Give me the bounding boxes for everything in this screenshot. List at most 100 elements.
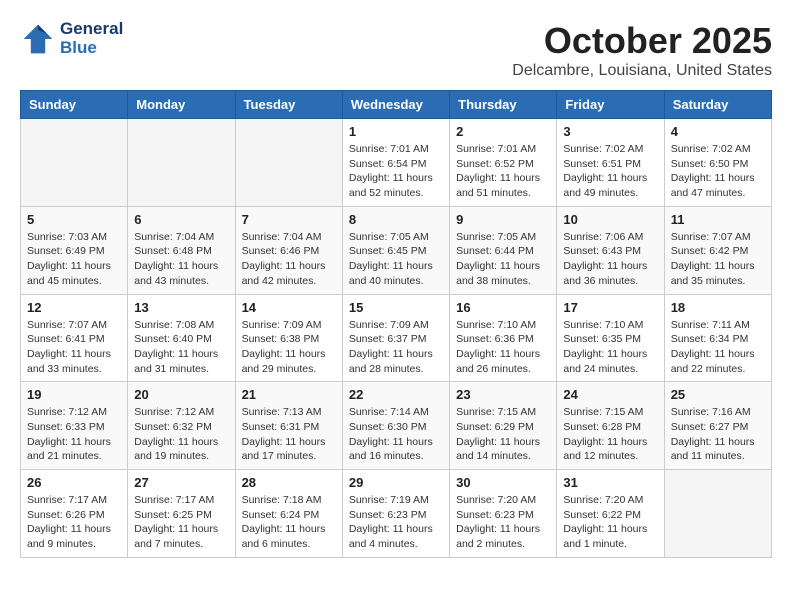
calendar-cell: 25Sunrise: 7:16 AM Sunset: 6:27 PM Dayli… (664, 382, 771, 470)
day-number: 7 (242, 212, 336, 227)
header-monday: Monday (128, 91, 235, 119)
day-info: Sunrise: 7:05 AM Sunset: 6:44 PM Dayligh… (456, 230, 550, 289)
day-number: 15 (349, 300, 443, 315)
day-info: Sunrise: 7:10 AM Sunset: 6:36 PM Dayligh… (456, 318, 550, 377)
calendar-cell (664, 470, 771, 558)
day-number: 16 (456, 300, 550, 315)
day-number: 12 (27, 300, 121, 315)
day-info: Sunrise: 7:05 AM Sunset: 6:45 PM Dayligh… (349, 230, 443, 289)
calendar-cell: 22Sunrise: 7:14 AM Sunset: 6:30 PM Dayli… (342, 382, 449, 470)
calendar-cell: 3 Sunrise: 7:02 AM Sunset: 6:51 PM Daylig… (557, 119, 664, 207)
day-info: Sunrise: 7:15 AM Sunset: 6:28 PM Dayligh… (563, 405, 657, 464)
calendar-cell: 2 Sunrise: 7:01 AM Sunset: 6:52 PM Daylig… (450, 119, 557, 207)
day-number: 3 (563, 124, 657, 139)
calendar-cell: 17 Sunrise: 7:10 AM Sunset: 6:35 PM Dayli… (557, 294, 664, 382)
day-number: 26 (27, 475, 121, 490)
calendar-cell (128, 119, 235, 207)
header-saturday: Saturday (664, 91, 771, 119)
calendar-cell: 18 Sunrise: 7:11 AM Sunset: 6:34 PM Dayli… (664, 294, 771, 382)
calendar-week-row: 26Sunrise: 7:17 AM Sunset: 6:26 PM Dayli… (21, 470, 772, 558)
calendar-cell: 20 Sunrise: 7:12 AM Sunset: 6:32 PM Dayli… (128, 382, 235, 470)
day-number: 19 (27, 387, 121, 402)
day-number: 27 (134, 475, 228, 490)
day-number: 2 (456, 124, 550, 139)
calendar-cell: 31 Sunrise: 7:20 AM Sunset: 6:22 PM Dayli… (557, 470, 664, 558)
day-info: Sunrise: 7:02 AM Sunset: 6:51 PM Dayligh… (563, 142, 657, 201)
day-info: Sunrise: 7:07 AM Sunset: 6:42 PM Dayligh… (671, 230, 765, 289)
day-info: Sunrise: 7:20 AM Sunset: 6:22 PM Dayligh… (563, 493, 657, 552)
calendar-cell: 19 Sunrise: 7:12 AM Sunset: 6:33 PM Dayli… (21, 382, 128, 470)
day-number: 28 (242, 475, 336, 490)
calendar-cell: 11 Sunrise: 7:07 AM Sunset: 6:42 PM Dayli… (664, 206, 771, 294)
day-info: Sunrise: 7:01 AM Sunset: 6:54 PM Dayligh… (349, 142, 443, 201)
day-number: 5 (27, 212, 121, 227)
day-number: 23 (456, 387, 550, 402)
calendar-week-row: 5 Sunrise: 7:03 AM Sunset: 6:49 PM Daylig… (21, 206, 772, 294)
logo-blue-text: Blue (60, 39, 123, 58)
day-info: Sunrise: 7:17 AM Sunset: 6:25 PM Dayligh… (134, 493, 228, 552)
day-info: Sunrise: 7:02 AM Sunset: 6:50 PM Dayligh… (671, 142, 765, 201)
calendar-cell: 24 Sunrise: 7:15 AM Sunset: 6:28 PM Dayli… (557, 382, 664, 470)
day-number: 14 (242, 300, 336, 315)
day-info: Sunrise: 7:16 AM Sunset: 6:27 PM Dayligh… (671, 405, 765, 464)
calendar-table: Sunday Monday Tuesday Wednesday Thursday… (20, 90, 772, 558)
logo: General Blue (20, 20, 123, 57)
calendar-cell: 1Sunrise: 7:01 AM Sunset: 6:54 PM Daylig… (342, 119, 449, 207)
day-info: Sunrise: 7:12 AM Sunset: 6:32 PM Dayligh… (134, 405, 228, 464)
day-number: 10 (563, 212, 657, 227)
day-info: Sunrise: 7:14 AM Sunset: 6:30 PM Dayligh… (349, 405, 443, 464)
calendar-cell: 16 Sunrise: 7:10 AM Sunset: 6:36 PM Dayli… (450, 294, 557, 382)
day-info: Sunrise: 7:04 AM Sunset: 6:46 PM Dayligh… (242, 230, 336, 289)
logo-icon (20, 21, 56, 57)
day-number: 6 (134, 212, 228, 227)
logo-general-text: General (60, 20, 123, 39)
day-info: Sunrise: 7:12 AM Sunset: 6:33 PM Dayligh… (27, 405, 121, 464)
calendar-cell: 29Sunrise: 7:19 AM Sunset: 6:23 PM Dayli… (342, 470, 449, 558)
calendar-week-row: 19 Sunrise: 7:12 AM Sunset: 6:33 PM Dayli… (21, 382, 772, 470)
day-info: Sunrise: 7:03 AM Sunset: 6:49 PM Dayligh… (27, 230, 121, 289)
day-info: Sunrise: 7:11 AM Sunset: 6:34 PM Dayligh… (671, 318, 765, 377)
calendar-cell (235, 119, 342, 207)
day-number: 4 (671, 124, 765, 139)
day-number: 31 (563, 475, 657, 490)
day-number: 30 (456, 475, 550, 490)
calendar-cell: 10 Sunrise: 7:06 AM Sunset: 6:43 PM Dayli… (557, 206, 664, 294)
logo-text: General Blue (60, 20, 123, 57)
calendar-header-row: Sunday Monday Tuesday Wednesday Thursday… (21, 91, 772, 119)
calendar-cell: 8 Sunrise: 7:05 AM Sunset: 6:45 PM Daylig… (342, 206, 449, 294)
day-info: Sunrise: 7:15 AM Sunset: 6:29 PM Dayligh… (456, 405, 550, 464)
day-number: 9 (456, 212, 550, 227)
day-number: 11 (671, 212, 765, 227)
calendar-cell: 30Sunrise: 7:20 AM Sunset: 6:23 PM Dayli… (450, 470, 557, 558)
day-info: Sunrise: 7:19 AM Sunset: 6:23 PM Dayligh… (349, 493, 443, 552)
calendar-cell: 21 Sunrise: 7:13 AM Sunset: 6:31 PM Dayli… (235, 382, 342, 470)
header-thursday: Thursday (450, 91, 557, 119)
day-info: Sunrise: 7:04 AM Sunset: 6:48 PM Dayligh… (134, 230, 228, 289)
day-number: 18 (671, 300, 765, 315)
day-info: Sunrise: 7:13 AM Sunset: 6:31 PM Dayligh… (242, 405, 336, 464)
calendar-cell: 14Sunrise: 7:09 AM Sunset: 6:38 PM Dayli… (235, 294, 342, 382)
day-number: 20 (134, 387, 228, 402)
calendar-cell: 12 Sunrise: 7:07 AM Sunset: 6:41 PM Dayli… (21, 294, 128, 382)
month-title: October 2025 (512, 20, 772, 62)
day-number: 24 (563, 387, 657, 402)
calendar-cell: 23 Sunrise: 7:15 AM Sunset: 6:29 PM Dayli… (450, 382, 557, 470)
day-number: 21 (242, 387, 336, 402)
day-info: Sunrise: 7:08 AM Sunset: 6:40 PM Dayligh… (134, 318, 228, 377)
header-wednesday: Wednesday (342, 91, 449, 119)
day-number: 13 (134, 300, 228, 315)
location-title: Delcambre, Louisiana, United States (512, 62, 772, 80)
day-info: Sunrise: 7:06 AM Sunset: 6:43 PM Dayligh… (563, 230, 657, 289)
calendar-cell: 13 Sunrise: 7:08 AM Sunset: 6:40 PM Dayli… (128, 294, 235, 382)
calendar-cell: 5 Sunrise: 7:03 AM Sunset: 6:49 PM Daylig… (21, 206, 128, 294)
day-info: Sunrise: 7:09 AM Sunset: 6:37 PM Dayligh… (349, 318, 443, 377)
calendar-week-row: 1Sunrise: 7:01 AM Sunset: 6:54 PM Daylig… (21, 119, 772, 207)
day-number: 8 (349, 212, 443, 227)
calendar-cell (21, 119, 128, 207)
header-sunday: Sunday (21, 91, 128, 119)
calendar-cell: 27 Sunrise: 7:17 AM Sunset: 6:25 PM Dayli… (128, 470, 235, 558)
day-info: Sunrise: 7:07 AM Sunset: 6:41 PM Dayligh… (27, 318, 121, 377)
day-info: Sunrise: 7:01 AM Sunset: 6:52 PM Dayligh… (456, 142, 550, 201)
day-info: Sunrise: 7:10 AM Sunset: 6:35 PM Dayligh… (563, 318, 657, 377)
day-number: 17 (563, 300, 657, 315)
